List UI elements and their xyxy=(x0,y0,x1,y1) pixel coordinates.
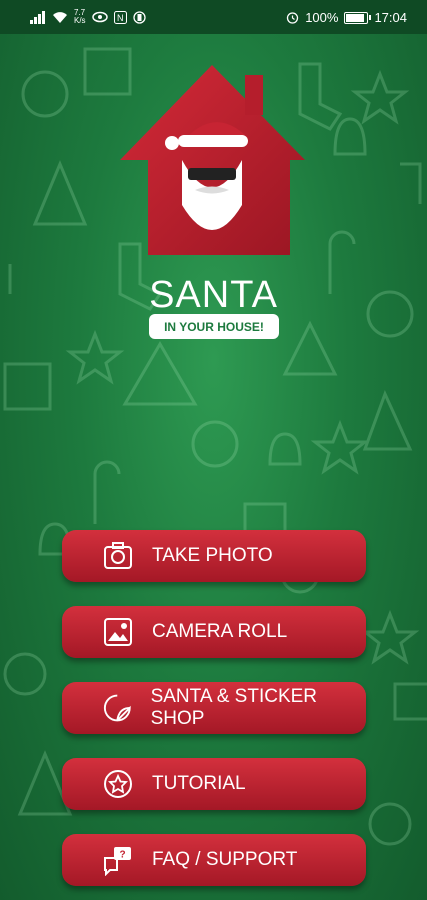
alarm-icon xyxy=(287,12,299,24)
star-badge-icon xyxy=(104,770,132,798)
camera-roll-label: CAMERA ROLL xyxy=(152,621,288,642)
network-speed: 7.7 K/s xyxy=(74,8,86,25)
camera-icon xyxy=(104,542,132,569)
app-subtitle: IN YOUR HOUSE! xyxy=(149,314,279,339)
clock: 17:04 xyxy=(374,10,407,25)
faq-support-label: FAQ / SUPPORT xyxy=(152,849,298,870)
gallery-icon xyxy=(104,618,132,646)
vibrate-icon xyxy=(132,10,146,24)
faq-support-button[interactable]: ? FAQ / SUPPORT xyxy=(62,834,366,886)
tutorial-label: TUTORIAL xyxy=(152,773,246,794)
app-title: SANTA xyxy=(149,274,278,316)
svg-text:N: N xyxy=(117,13,124,23)
svg-text:?: ? xyxy=(120,850,126,861)
take-photo-label: TAKE PHOTO xyxy=(152,545,273,566)
sticker-shop-button[interactable]: SANTA & STICKER SHOP xyxy=(62,682,366,734)
nfc-icon: N xyxy=(113,10,127,24)
sticker-shop-label: SANTA & STICKER SHOP xyxy=(150,686,318,729)
status-bar: 7.7 K/s N 100% 17:04 xyxy=(0,0,427,34)
tutorial-button[interactable]: TUTORIAL xyxy=(62,758,366,810)
chat-question-icon: ? xyxy=(104,847,131,876)
wifi-icon xyxy=(53,11,67,23)
battery-icon xyxy=(344,11,372,24)
battery-percent: 100% xyxy=(305,10,339,25)
take-photo-button[interactable]: TAKE PHOTO xyxy=(62,530,366,582)
signal-icon xyxy=(30,10,45,24)
camera-roll-button[interactable]: CAMERA ROLL xyxy=(62,606,366,658)
santa-house-logo xyxy=(120,65,305,255)
sticker-icon xyxy=(103,694,131,722)
eye-icon xyxy=(91,11,108,23)
